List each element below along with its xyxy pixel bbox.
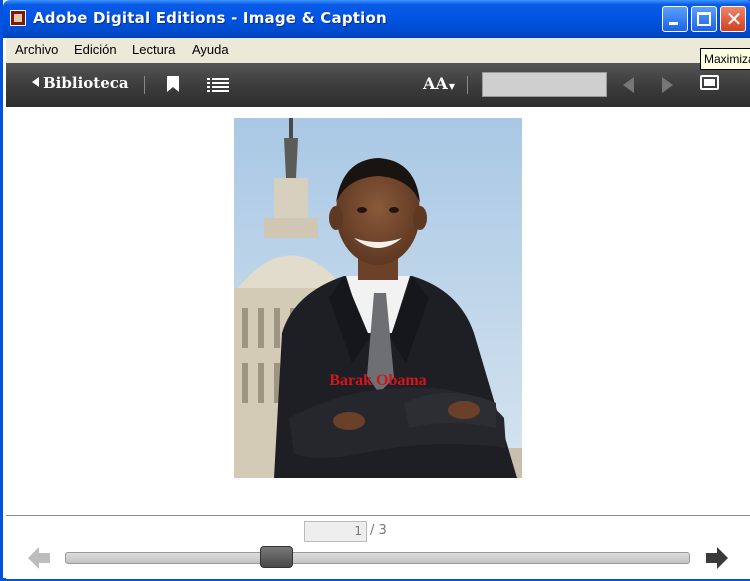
minimize-icon bbox=[669, 22, 678, 25]
maximize-icon bbox=[697, 12, 711, 26]
fullscreen-icon[interactable] bbox=[700, 75, 719, 90]
reader-toolbar: Biblioteca AA▼ bbox=[6, 63, 750, 107]
title-bar[interactable]: Adobe Digital Editions - Image & Caption… bbox=[3, 0, 750, 38]
close-button[interactable]: ✕ bbox=[720, 6, 746, 32]
image-caption: Barak Obama bbox=[329, 372, 427, 389]
page-slider-track[interactable] bbox=[65, 552, 690, 564]
menu-ayuda[interactable]: Ayuda bbox=[192, 42, 229, 57]
app-window: Adobe Digital Editions - Image & Caption… bbox=[0, 0, 750, 581]
font-size-icon: AA bbox=[423, 74, 448, 93]
font-size-button[interactable]: AA▼ bbox=[423, 74, 455, 93]
minimize-button[interactable] bbox=[662, 6, 688, 32]
window-title: Adobe Digital Editions - Image & Caption bbox=[33, 9, 387, 27]
app-icon[interactable] bbox=[10, 10, 26, 26]
portrait-photo bbox=[234, 118, 522, 478]
menu-archivo[interactable]: Archivo bbox=[15, 42, 58, 57]
back-arrow-icon[interactable] bbox=[28, 547, 52, 569]
menu-edicion[interactable]: Edición bbox=[74, 42, 117, 57]
table-of-contents-icon[interactable] bbox=[207, 77, 229, 93]
navigation-bar: 1 / 3 bbox=[6, 515, 750, 579]
previous-page-icon[interactable] bbox=[623, 77, 634, 93]
library-label: Biblioteca bbox=[43, 74, 129, 92]
forward-arrow-icon[interactable] bbox=[704, 547, 728, 569]
maximize-button[interactable] bbox=[691, 6, 717, 32]
reading-pane bbox=[6, 107, 750, 515]
toolbar-divider bbox=[144, 76, 145, 94]
menu-lectura[interactable]: Lectura bbox=[132, 42, 175, 57]
library-button[interactable]: Biblioteca bbox=[32, 74, 129, 92]
current-page-field[interactable]: 1 bbox=[304, 521, 367, 542]
bookmark-icon[interactable] bbox=[167, 76, 179, 92]
close-icon: ✕ bbox=[725, 7, 743, 31]
total-pages-label: / 3 bbox=[370, 523, 387, 538]
maximize-tooltip: Maximizar bbox=[700, 48, 750, 70]
toolbar-divider bbox=[467, 76, 468, 94]
library-back-icon bbox=[32, 77, 39, 87]
search-input[interactable] bbox=[482, 72, 607, 97]
next-page-icon[interactable] bbox=[662, 77, 673, 93]
page-slider-thumb[interactable] bbox=[260, 546, 293, 568]
menu-bar: Archivo Edición Lectura Ayuda bbox=[6, 38, 750, 63]
